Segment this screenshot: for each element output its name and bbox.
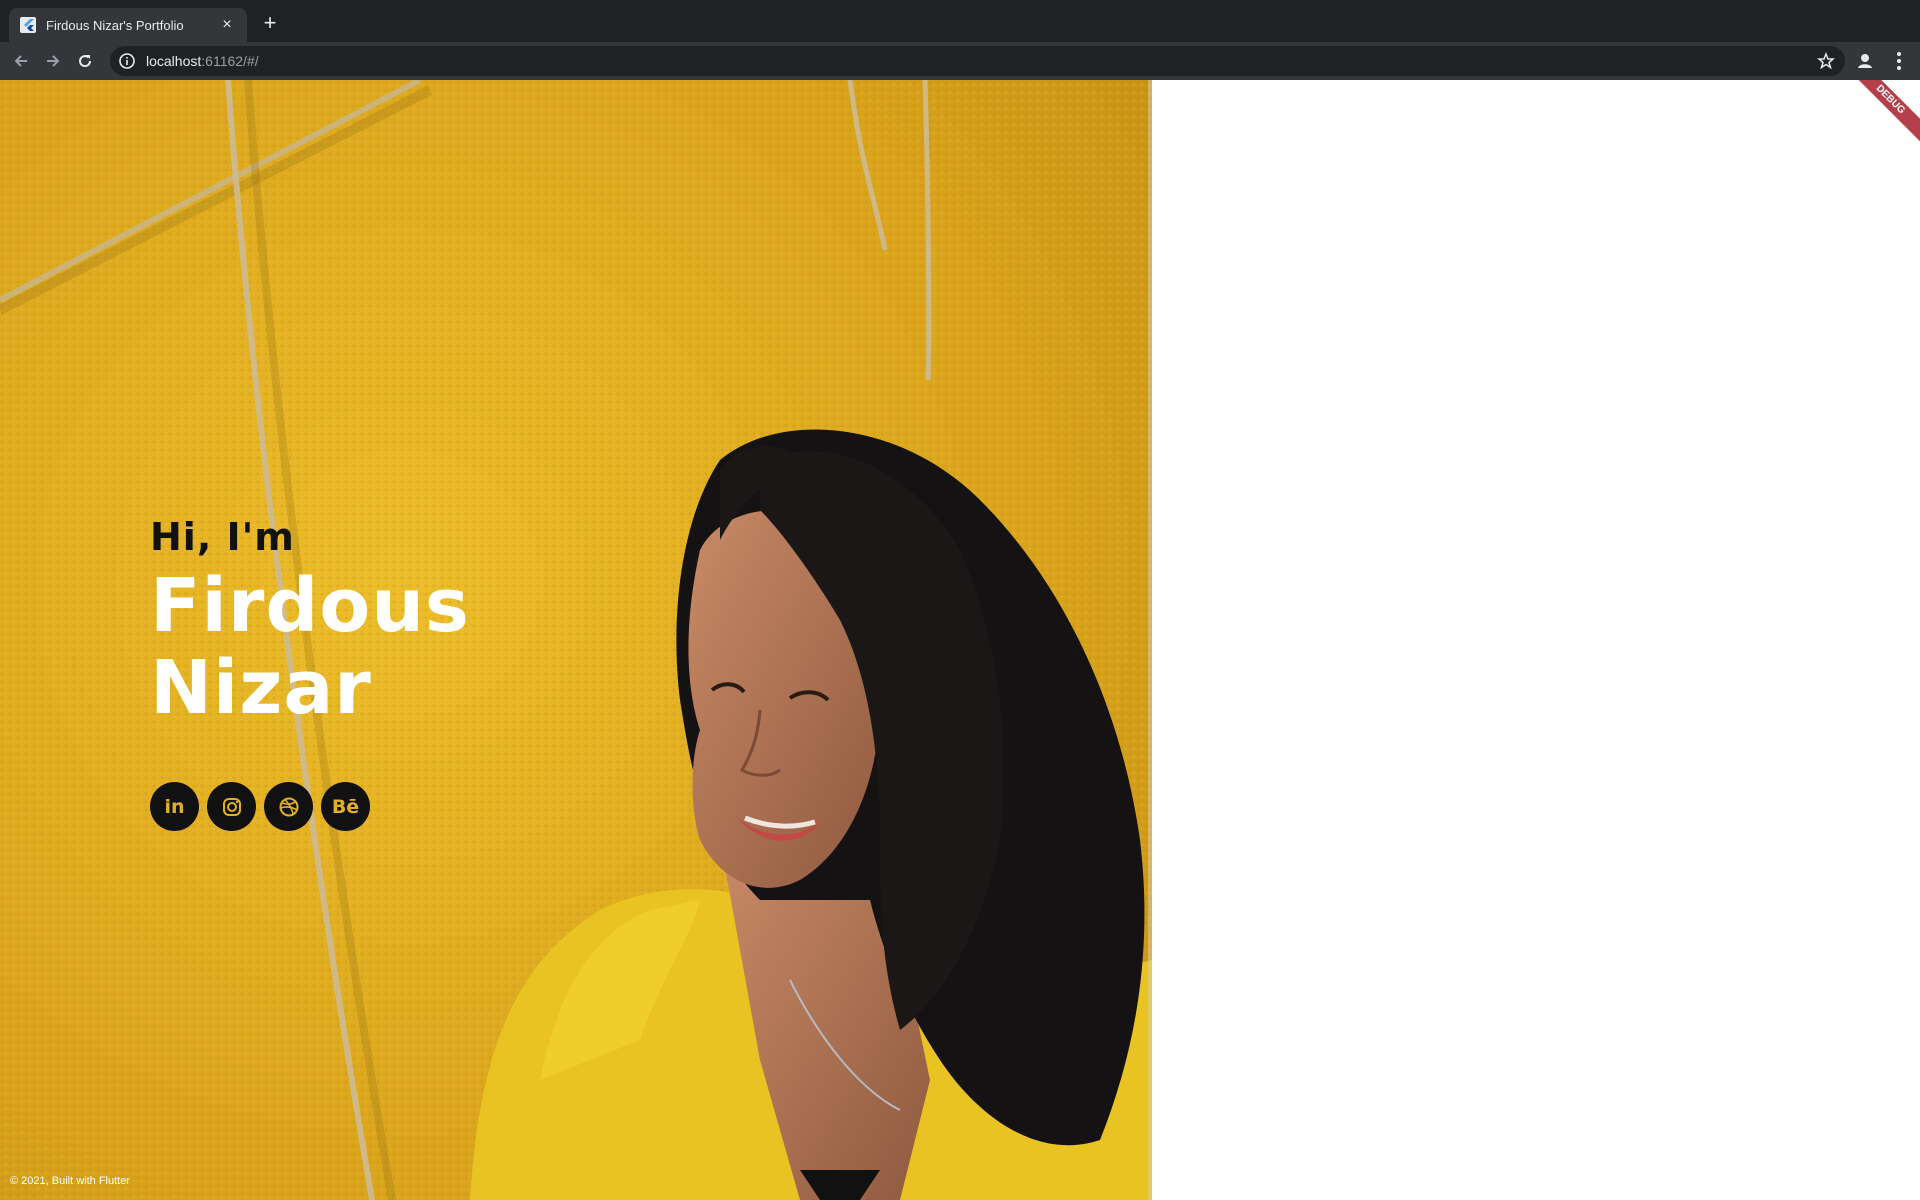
arrow-right-icon	[47, 55, 60, 67]
arrow-left-icon	[14, 55, 27, 67]
instagram-icon	[222, 797, 241, 816]
social-links: in Bē	[150, 782, 370, 831]
linkedin-button[interactable]: in	[150, 782, 199, 831]
forward-button[interactable]	[37, 45, 69, 77]
dribbble-icon	[279, 797, 298, 816]
reload-icon	[79, 55, 92, 68]
tab-strip: Firdous Nizar's Portfolio × +	[0, 0, 1920, 42]
new-tab-button[interactable]: +	[258, 12, 282, 36]
address-bar[interactable]: localhost:61162/#/	[110, 46, 1845, 76]
flutter-favicon-icon	[20, 17, 36, 33]
behance-icon: Bē	[331, 795, 360, 818]
linkedin-icon: in	[164, 795, 185, 818]
hero-section: Hi, I'm Firdous Nizar in Bē © 2021, Buil…	[0, 80, 1152, 1200]
greeting-text: Hi, I'm	[150, 515, 295, 559]
first-name: Firdous	[150, 563, 470, 649]
instagram-button[interactable]	[207, 782, 256, 831]
tab-title: Firdous Nizar's Portfolio	[46, 17, 184, 33]
url-host: localhost	[146, 53, 202, 69]
browser-toolbar: localhost:61162/#/	[0, 42, 1920, 80]
hero-intro: Hi, I'm Firdous Nizar	[150, 515, 470, 729]
back-button[interactable]	[5, 45, 37, 77]
footer-text: © 2021, Built with Flutter	[10, 1175, 130, 1187]
page-viewport: Hi, I'm Firdous Nizar in Bē © 2021, Buil…	[0, 80, 1920, 1200]
dribbble-button[interactable]	[264, 782, 313, 831]
browser-tab[interactable]: Firdous Nizar's Portfolio ×	[9, 8, 247, 42]
url-path: :61162/#/	[201, 53, 259, 69]
debug-banner: DEBUG	[1841, 80, 1920, 149]
reload-button[interactable]	[69, 45, 101, 77]
last-name: Nizar	[150, 645, 372, 731]
behance-button[interactable]: Bē	[321, 782, 370, 831]
info-icon[interactable]	[118, 52, 136, 70]
kebab-menu-icon[interactable]	[1889, 49, 1909, 73]
tab-close-button[interactable]: ×	[217, 15, 237, 35]
bookmark-star-icon[interactable]	[1817, 52, 1835, 70]
profile-icon[interactable]	[1853, 49, 1877, 73]
